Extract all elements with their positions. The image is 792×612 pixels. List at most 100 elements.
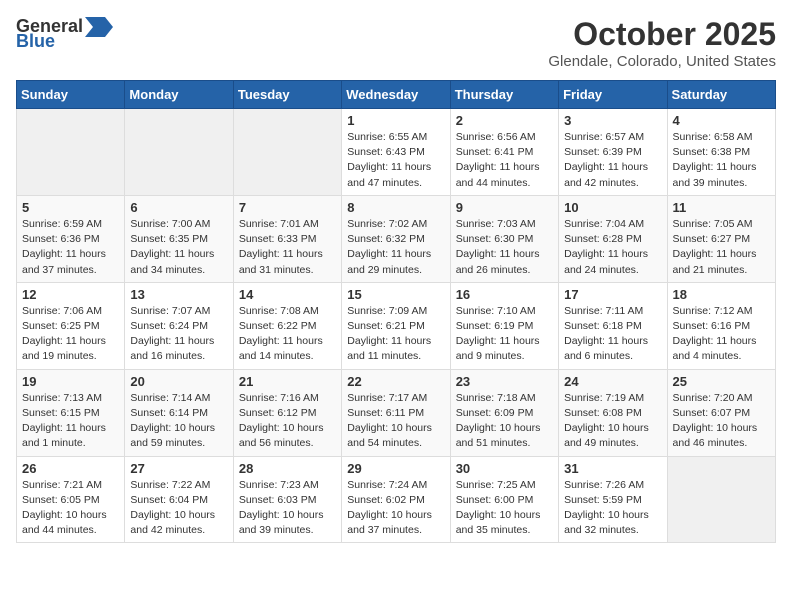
calendar-cell: 13Sunrise: 7:07 AM Sunset: 6:24 PM Dayli…	[125, 282, 233, 369]
calendar-cell: 20 Sunrise: 7:14 AM Sunset: 6:14 PM Dayli…	[125, 369, 233, 456]
day-number: 7	[239, 200, 336, 215]
calendar-cell: 17Sunrise: 7:11 AM Sunset: 6:18 PM Dayli…	[559, 282, 667, 369]
day-number: 18	[673, 287, 770, 302]
calendar-cell: 29 Sunrise: 7:24 AM Sunset: 6:02 PM Dayli…	[342, 456, 450, 543]
calendar-cell: 7Sunrise: 7:01 AM Sunset: 6:33 PM Daylig…	[233, 195, 341, 282]
day-number: 14	[239, 287, 336, 302]
logo: General Blue	[16, 16, 113, 52]
day-number: 24	[564, 374, 661, 389]
location-text: Glendale, Colorado, United States	[548, 53, 776, 70]
calendar-header-row: SundayMondayTuesdayWednesdayThursdayFrid…	[17, 81, 776, 109]
day-number: 1	[347, 113, 444, 128]
calendar-cell: 18Sunrise: 7:12 AM Sunset: 6:16 PM Dayli…	[667, 282, 775, 369]
day-info: Sunrise: 7:06 AM Sunset: 6:25 PM Dayligh…	[22, 304, 119, 365]
day-number: 9	[456, 200, 553, 215]
day-number: 19	[22, 374, 119, 389]
calendar-cell: 21 Sunrise: 7:16 AM Sunset: 6:12 PM Dayli…	[233, 369, 341, 456]
day-number: 10	[564, 200, 661, 215]
calendar-cell: 19 Sunrise: 7:13 AM Sunset: 6:15 PM Dayli…	[17, 369, 125, 456]
calendar-week-row: 26 Sunrise: 7:21 AM Sunset: 6:05 PM Dayli…	[17, 456, 776, 543]
calendar-cell: 12 Sunrise: 7:06 AM Sunset: 6:25 PM Dayli…	[17, 282, 125, 369]
calendar-week-row: 1 Sunrise: 6:55 AM Sunset: 6:43 PM Daylig…	[17, 109, 776, 196]
calendar-cell	[125, 109, 233, 196]
day-number: 21	[239, 374, 336, 389]
day-header-tuesday: Tuesday	[233, 81, 341, 109]
page-header: General Blue October 2025 Glendale, Colo…	[16, 16, 776, 70]
day-info: Sunrise: 7:21 AM Sunset: 6:05 PM Dayligh…	[22, 478, 119, 539]
month-title: October 2025	[548, 16, 776, 53]
calendar-cell: 3 Sunrise: 6:57 AM Sunset: 6:39 PM Daylig…	[559, 109, 667, 196]
logo-blue-text: Blue	[16, 31, 55, 52]
day-number: 22	[347, 374, 444, 389]
day-info: Sunrise: 7:02 AM Sunset: 6:32 PM Dayligh…	[347, 217, 444, 278]
calendar-cell: 9 Sunrise: 7:03 AM Sunset: 6:30 PM Daylig…	[450, 195, 558, 282]
calendar-cell: 23Sunrise: 7:18 AM Sunset: 6:09 PM Dayli…	[450, 369, 558, 456]
day-header-saturday: Saturday	[667, 81, 775, 109]
day-info: Sunrise: 6:55 AM Sunset: 6:43 PM Dayligh…	[347, 130, 444, 191]
day-number: 2	[456, 113, 553, 128]
day-header-sunday: Sunday	[17, 81, 125, 109]
day-info: Sunrise: 6:59 AM Sunset: 6:36 PM Dayligh…	[22, 217, 119, 278]
calendar-cell: 25Sunrise: 7:20 AM Sunset: 6:07 PM Dayli…	[667, 369, 775, 456]
day-number: 30	[456, 461, 553, 476]
day-info: Sunrise: 7:04 AM Sunset: 6:28 PM Dayligh…	[564, 217, 661, 278]
calendar-cell: 30Sunrise: 7:25 AM Sunset: 6:00 PM Dayli…	[450, 456, 558, 543]
title-area: October 2025 Glendale, Colorado, United …	[548, 16, 776, 70]
day-number: 20	[130, 374, 227, 389]
day-number: 26	[22, 461, 119, 476]
day-info: Sunrise: 7:09 AM Sunset: 6:21 PM Dayligh…	[347, 304, 444, 365]
day-number: 28	[239, 461, 336, 476]
day-info: Sunrise: 7:24 AM Sunset: 6:02 PM Dayligh…	[347, 478, 444, 539]
day-info: Sunrise: 6:58 AM Sunset: 6:38 PM Dayligh…	[673, 130, 770, 191]
calendar-cell: 4 Sunrise: 6:58 AM Sunset: 6:38 PM Daylig…	[667, 109, 775, 196]
calendar-week-row: 5Sunrise: 6:59 AM Sunset: 6:36 PM Daylig…	[17, 195, 776, 282]
day-number: 4	[673, 113, 770, 128]
day-info: Sunrise: 7:23 AM Sunset: 6:03 PM Dayligh…	[239, 478, 336, 539]
calendar-cell: 2Sunrise: 6:56 AM Sunset: 6:41 PM Daylig…	[450, 109, 558, 196]
day-number: 17	[564, 287, 661, 302]
day-info: Sunrise: 7:18 AM Sunset: 6:09 PM Dayligh…	[456, 391, 553, 452]
calendar-cell: 10 Sunrise: 7:04 AM Sunset: 6:28 PM Dayli…	[559, 195, 667, 282]
day-info: Sunrise: 7:20 AM Sunset: 6:07 PM Dayligh…	[673, 391, 770, 452]
calendar-week-row: 19 Sunrise: 7:13 AM Sunset: 6:15 PM Dayli…	[17, 369, 776, 456]
day-info: Sunrise: 7:08 AM Sunset: 6:22 PM Dayligh…	[239, 304, 336, 365]
calendar-cell: 26 Sunrise: 7:21 AM Sunset: 6:05 PM Dayli…	[17, 456, 125, 543]
calendar-cell	[17, 109, 125, 196]
calendar-cell: 14 Sunrise: 7:08 AM Sunset: 6:22 PM Dayli…	[233, 282, 341, 369]
day-number: 29	[347, 461, 444, 476]
logo-icon	[85, 17, 113, 37]
calendar-cell: 22 Sunrise: 7:17 AM Sunset: 6:11 PM Dayli…	[342, 369, 450, 456]
day-header-friday: Friday	[559, 81, 667, 109]
day-info: Sunrise: 6:57 AM Sunset: 6:39 PM Dayligh…	[564, 130, 661, 191]
day-number: 27	[130, 461, 227, 476]
day-number: 8	[347, 200, 444, 215]
day-info: Sunrise: 7:10 AM Sunset: 6:19 PM Dayligh…	[456, 304, 553, 365]
day-number: 12	[22, 287, 119, 302]
calendar-cell: 11 Sunrise: 7:05 AM Sunset: 6:27 PM Dayli…	[667, 195, 775, 282]
day-number: 6	[130, 200, 227, 215]
calendar-cell: 15Sunrise: 7:09 AM Sunset: 6:21 PM Dayli…	[342, 282, 450, 369]
calendar-cell	[233, 109, 341, 196]
day-number: 11	[673, 200, 770, 215]
calendar-cell	[667, 456, 775, 543]
day-info: Sunrise: 7:05 AM Sunset: 6:27 PM Dayligh…	[673, 217, 770, 278]
calendar-cell: 8 Sunrise: 7:02 AM Sunset: 6:32 PM Daylig…	[342, 195, 450, 282]
calendar-cell: 1 Sunrise: 6:55 AM Sunset: 6:43 PM Daylig…	[342, 109, 450, 196]
day-info: Sunrise: 7:22 AM Sunset: 6:04 PM Dayligh…	[130, 478, 227, 539]
day-header-thursday: Thursday	[450, 81, 558, 109]
calendar-table: SundayMondayTuesdayWednesdayThursdayFrid…	[16, 80, 776, 543]
calendar-cell: 6Sunrise: 7:00 AM Sunset: 6:35 PM Daylig…	[125, 195, 233, 282]
day-header-monday: Monday	[125, 81, 233, 109]
day-info: Sunrise: 7:14 AM Sunset: 6:14 PM Dayligh…	[130, 391, 227, 452]
calendar-cell: 28 Sunrise: 7:23 AM Sunset: 6:03 PM Dayli…	[233, 456, 341, 543]
calendar-cell: 5Sunrise: 6:59 AM Sunset: 6:36 PM Daylig…	[17, 195, 125, 282]
day-info: Sunrise: 7:13 AM Sunset: 6:15 PM Dayligh…	[22, 391, 119, 452]
day-info: Sunrise: 7:03 AM Sunset: 6:30 PM Dayligh…	[456, 217, 553, 278]
calendar-cell: 31Sunrise: 7:26 AM Sunset: 5:59 PM Dayli…	[559, 456, 667, 543]
day-info: Sunrise: 7:17 AM Sunset: 6:11 PM Dayligh…	[347, 391, 444, 452]
day-info: Sunrise: 7:19 AM Sunset: 6:08 PM Dayligh…	[564, 391, 661, 452]
day-info: Sunrise: 7:07 AM Sunset: 6:24 PM Dayligh…	[130, 304, 227, 365]
day-info: Sunrise: 7:16 AM Sunset: 6:12 PM Dayligh…	[239, 391, 336, 452]
day-number: 3	[564, 113, 661, 128]
calendar-cell: 24 Sunrise: 7:19 AM Sunset: 6:08 PM Dayli…	[559, 369, 667, 456]
